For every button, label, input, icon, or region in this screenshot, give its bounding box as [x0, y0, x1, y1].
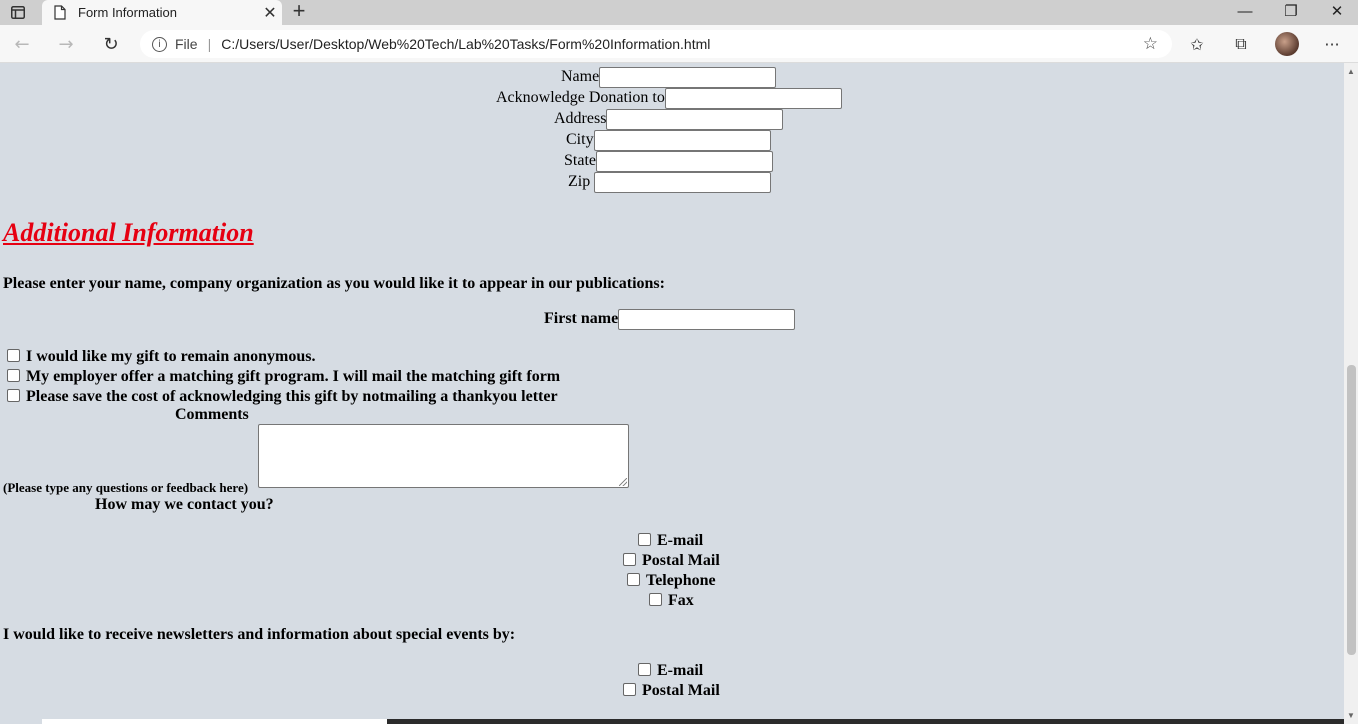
- contact-postal-checkbox[interactable]: [623, 552, 636, 566]
- url-text[interactable]: C:/Users/User/Desktop/Web%20Tech/Lab%20T…: [221, 36, 710, 52]
- contact-fax-option: Fax: [649, 592, 694, 610]
- zip-input[interactable]: [594, 172, 772, 193]
- name-input[interactable]: [599, 67, 777, 88]
- no-thankyou-checkbox[interactable]: [7, 388, 20, 402]
- no-thankyou-label: Please save the cost of acknowledging th…: [26, 388, 558, 405]
- first-name-label: First name: [544, 310, 619, 328]
- active-tab[interactable]: Form Information ✕: [42, 0, 282, 25]
- newsletter-prompt: I would like to receive newsletters and …: [3, 626, 516, 643]
- tab-title: Form Information: [78, 5, 177, 20]
- first-name-row: First name: [544, 309, 796, 330]
- name-label: Name: [561, 68, 600, 86]
- additional-info-heading: Additional Information: [3, 218, 254, 247]
- newsletter-postal-option: Postal Mail: [623, 682, 720, 700]
- state-input[interactable]: [596, 151, 773, 172]
- contact-telephone-label: Telephone: [646, 572, 716, 589]
- scrollbar-thumb[interactable]: [1347, 365, 1356, 655]
- anonymous-option: I would like my gift to remain anonymous…: [7, 348, 316, 366]
- collections-icon[interactable]: ⧉: [1229, 33, 1253, 55]
- anonymous-checkbox[interactable]: [7, 348, 20, 362]
- contact-postal-option: Postal Mail: [623, 552, 720, 570]
- state-label: State: [564, 152, 596, 170]
- zip-row: Zip: [568, 172, 772, 193]
- comments-hint: (Please type any questions or feedback h…: [3, 480, 249, 495]
- name-row: Name: [561, 67, 777, 88]
- comments-textarea[interactable]: [258, 424, 629, 488]
- favorites-icon[interactable]: ✩: [1185, 33, 1209, 55]
- city-label: City: [566, 131, 594, 149]
- taskbar-edge-dark: [387, 719, 1344, 724]
- comments-label: Comments: [175, 406, 249, 423]
- acknowledge-row: Acknowledge Donation to: [496, 88, 842, 109]
- contact-email-checkbox[interactable]: [638, 532, 651, 546]
- anonymous-label: I would like my gift to remain anonymous…: [26, 348, 316, 365]
- contact-email-label: E-mail: [657, 532, 704, 549]
- city-input[interactable]: [593, 130, 771, 151]
- contact-fax-label: Fax: [668, 592, 694, 609]
- address-separator: |: [207, 36, 212, 52]
- newsletter-email-option: E-mail: [638, 662, 703, 680]
- contact-telephone-option: Telephone: [627, 572, 716, 590]
- tab-actions-icon: [11, 5, 25, 19]
- add-favorite-icon[interactable]: ☆: [1143, 34, 1158, 54]
- matching-gift-label: My employer offer a matching gift progra…: [26, 368, 561, 385]
- settings-menu-icon[interactable]: ···: [1320, 33, 1344, 55]
- close-tab-icon[interactable]: ✕: [258, 1, 282, 25]
- zip-label: Zip: [568, 173, 591, 191]
- back-button[interactable]: ←: [8, 31, 36, 57]
- contact-fax-checkbox[interactable]: [649, 592, 662, 606]
- state-row: State: [564, 151, 773, 172]
- browser-toolbar: ← → ↻ i File | C:/Users/User/Desktop/Web…: [0, 25, 1358, 63]
- new-tab-button[interactable]: +: [288, 0, 310, 23]
- address-row: Address: [554, 109, 784, 130]
- contact-email-option: E-mail: [638, 532, 703, 550]
- vertical-scrollbar[interactable]: ▲ ▼: [1344, 63, 1358, 724]
- newsletter-postal-checkbox[interactable]: [623, 682, 636, 696]
- city-row: City: [566, 130, 771, 151]
- document-icon: [54, 5, 66, 20]
- acknowledge-input[interactable]: [664, 88, 842, 109]
- address-input[interactable]: [606, 109, 784, 130]
- page-content: Name Acknowledge Donation to Address Cit…: [0, 63, 1344, 724]
- no-thankyou-option: Please save the cost of acknowledging th…: [7, 388, 558, 406]
- address-label: Address: [554, 110, 607, 128]
- newsletter-email-label: E-mail: [657, 662, 704, 679]
- address-bar[interactable]: i File | C:/Users/User/Desktop/Web%20Tec…: [140, 30, 1172, 58]
- restore-button[interactable]: ❐: [1268, 0, 1314, 22]
- scroll-down-icon[interactable]: ▼: [1347, 711, 1355, 720]
- scroll-up-icon[interactable]: ▲: [1347, 67, 1355, 76]
- tab-actions-button[interactable]: [6, 2, 30, 22]
- newsletter-email-checkbox[interactable]: [638, 662, 651, 676]
- publications-prompt: Please enter your name, company organiza…: [3, 275, 665, 292]
- contact-postal-label: Postal Mail: [642, 552, 720, 569]
- window-close-button[interactable]: ✕: [1314, 0, 1358, 22]
- minimize-button[interactable]: —: [1222, 0, 1268, 22]
- file-label: File: [175, 36, 198, 52]
- newsletter-postal-label: Postal Mail: [642, 682, 720, 699]
- profile-avatar[interactable]: [1275, 32, 1299, 56]
- contact-label: How may we contact you?: [95, 496, 274, 513]
- contact-telephone-checkbox[interactable]: [627, 572, 640, 586]
- acknowledge-label: Acknowledge Donation to: [496, 89, 665, 107]
- tab-bar: Form Information ✕ + — ❐ ✕: [0, 0, 1358, 25]
- first-name-input[interactable]: [618, 309, 796, 330]
- resize-grip-icon[interactable]: [619, 478, 627, 486]
- matching-gift-checkbox[interactable]: [7, 368, 20, 382]
- info-icon[interactable]: i: [152, 36, 167, 52]
- forward-button[interactable]: →: [52, 31, 80, 57]
- matching-gift-option: My employer offer a matching gift progra…: [7, 368, 560, 386]
- reload-button[interactable]: ↻: [97, 31, 125, 57]
